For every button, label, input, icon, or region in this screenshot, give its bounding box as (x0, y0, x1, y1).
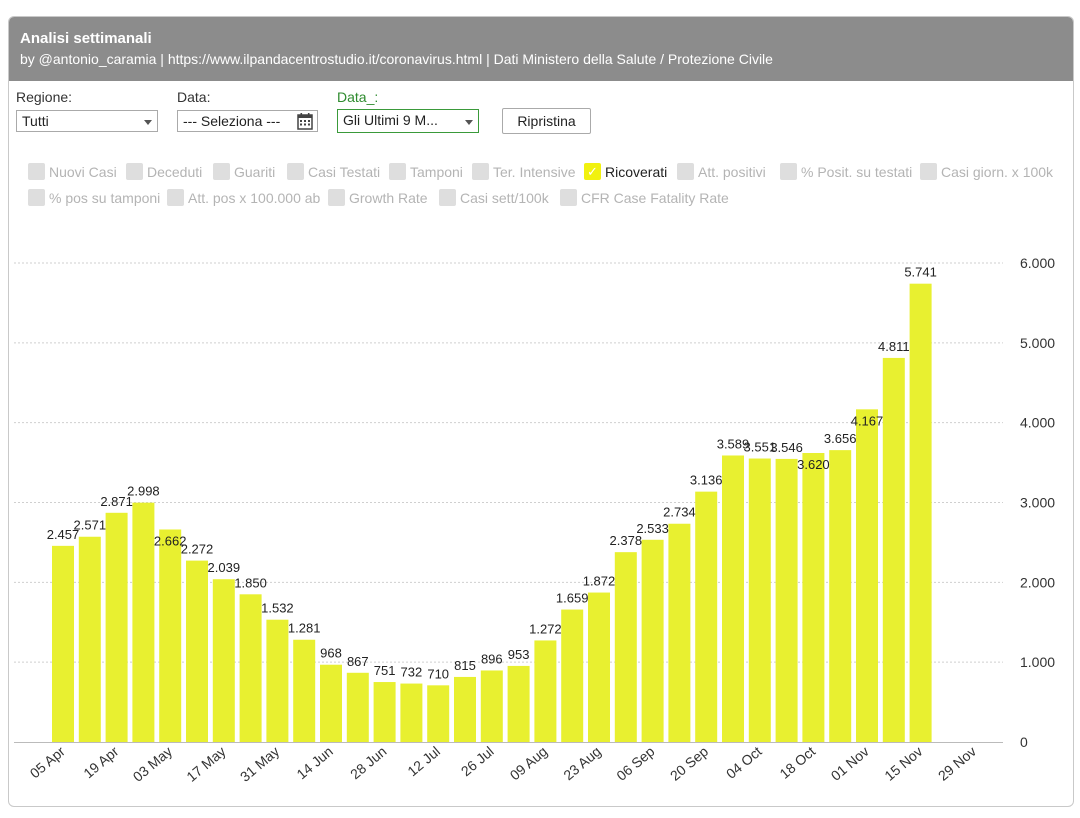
y-tick-label: 3.000 (1020, 495, 1055, 511)
y-tick-label: 4.000 (1020, 415, 1055, 431)
x-tick-label: 31 May (237, 743, 282, 785)
bar (722, 455, 744, 742)
bar (829, 450, 852, 742)
bar (320, 664, 342, 742)
x-tick-label: 04 Oct (723, 743, 765, 782)
x-tick-label: 23 Aug (560, 743, 604, 783)
bar (52, 545, 74, 742)
bar (293, 639, 316, 742)
bar (266, 619, 289, 742)
data-label: 896 (481, 651, 503, 666)
data-label: 2.571 (74, 518, 107, 533)
bar (454, 676, 476, 742)
bar (641, 539, 664, 742)
x-tick-label: 29 Nov (935, 743, 979, 784)
data-label: 2.272 (181, 542, 214, 557)
x-tick-label: 12 Jul (404, 743, 443, 779)
data-label: 2.734 (663, 505, 696, 520)
x-tick-label: 09 Aug (507, 743, 551, 783)
bar (212, 579, 235, 742)
x-tick-label: 20 Sep (667, 743, 711, 784)
x-tick-label: 17 May (183, 743, 228, 785)
x-tick-label: 19 Apr (80, 743, 122, 781)
data-label: 3.620 (797, 457, 830, 472)
bar (695, 491, 718, 742)
x-tick-label: 06 Sep (613, 743, 657, 784)
bar-chart: 01.0002.0003.0004.0005.0006.0002.4572.57… (14, 255, 1055, 785)
bar (159, 529, 182, 742)
x-tick-label: 28 Jun (347, 743, 389, 782)
data-label: 2.039 (208, 560, 241, 575)
bar (561, 609, 584, 742)
bar (373, 682, 396, 742)
data-label: 2.533 (636, 521, 669, 536)
bar (614, 552, 637, 742)
data-label: 751 (374, 663, 396, 678)
data-label: 2.998 (127, 484, 160, 499)
data-label: 1.532 (261, 601, 294, 616)
x-tick-label: 03 May (130, 743, 175, 785)
data-label: 710 (427, 666, 449, 681)
data-label: 867 (347, 654, 369, 669)
data-label: 1.659 (556, 591, 589, 606)
data-label: 4.167 (851, 413, 884, 428)
data-label: 1.281 (288, 621, 321, 636)
bar (105, 512, 128, 742)
y-tick-label: 5.000 (1020, 335, 1055, 351)
x-tick-label: 18 Oct (776, 743, 818, 782)
bar (534, 640, 557, 742)
data-label: 5.741 (904, 265, 937, 280)
bar (346, 672, 369, 742)
bar (802, 453, 825, 742)
y-tick-label: 0 (1020, 734, 1028, 750)
data-label: 968 (320, 646, 342, 661)
bar (132, 502, 155, 742)
y-tick-label: 6.000 (1020, 255, 1055, 271)
bar (856, 409, 878, 742)
x-tick-label: 26 Jul (458, 743, 497, 779)
y-tick-label: 2.000 (1020, 574, 1055, 590)
bar (775, 458, 798, 742)
bar (882, 357, 905, 742)
y-tick-label: 1.000 (1020, 654, 1055, 670)
bar (480, 670, 503, 742)
data-label: 815 (454, 658, 476, 673)
bar (588, 592, 610, 742)
data-label: 3.656 (824, 431, 857, 446)
x-tick-label: 05 Apr (27, 743, 69, 781)
data-label: 3.546 (770, 440, 803, 455)
data-label: 4.811 (878, 339, 910, 354)
x-tick-label: 14 Jun (293, 743, 335, 782)
bar (239, 594, 262, 742)
bar (427, 685, 450, 742)
bar (78, 536, 101, 742)
bar (400, 683, 423, 742)
bar (748, 458, 771, 742)
data-label: 953 (508, 647, 530, 662)
data-label: 732 (401, 665, 423, 680)
data-label: 3.136 (690, 473, 723, 488)
data-label: 1.872 (583, 574, 616, 589)
bar (507, 665, 530, 742)
bar (909, 283, 932, 742)
x-tick-label: 01 Nov (828, 743, 872, 784)
data-label: 1.272 (529, 621, 562, 636)
bar (668, 523, 691, 742)
x-tick-label: 15 Nov (881, 743, 925, 784)
bar (186, 560, 208, 742)
data-label: 1.850 (234, 575, 267, 590)
